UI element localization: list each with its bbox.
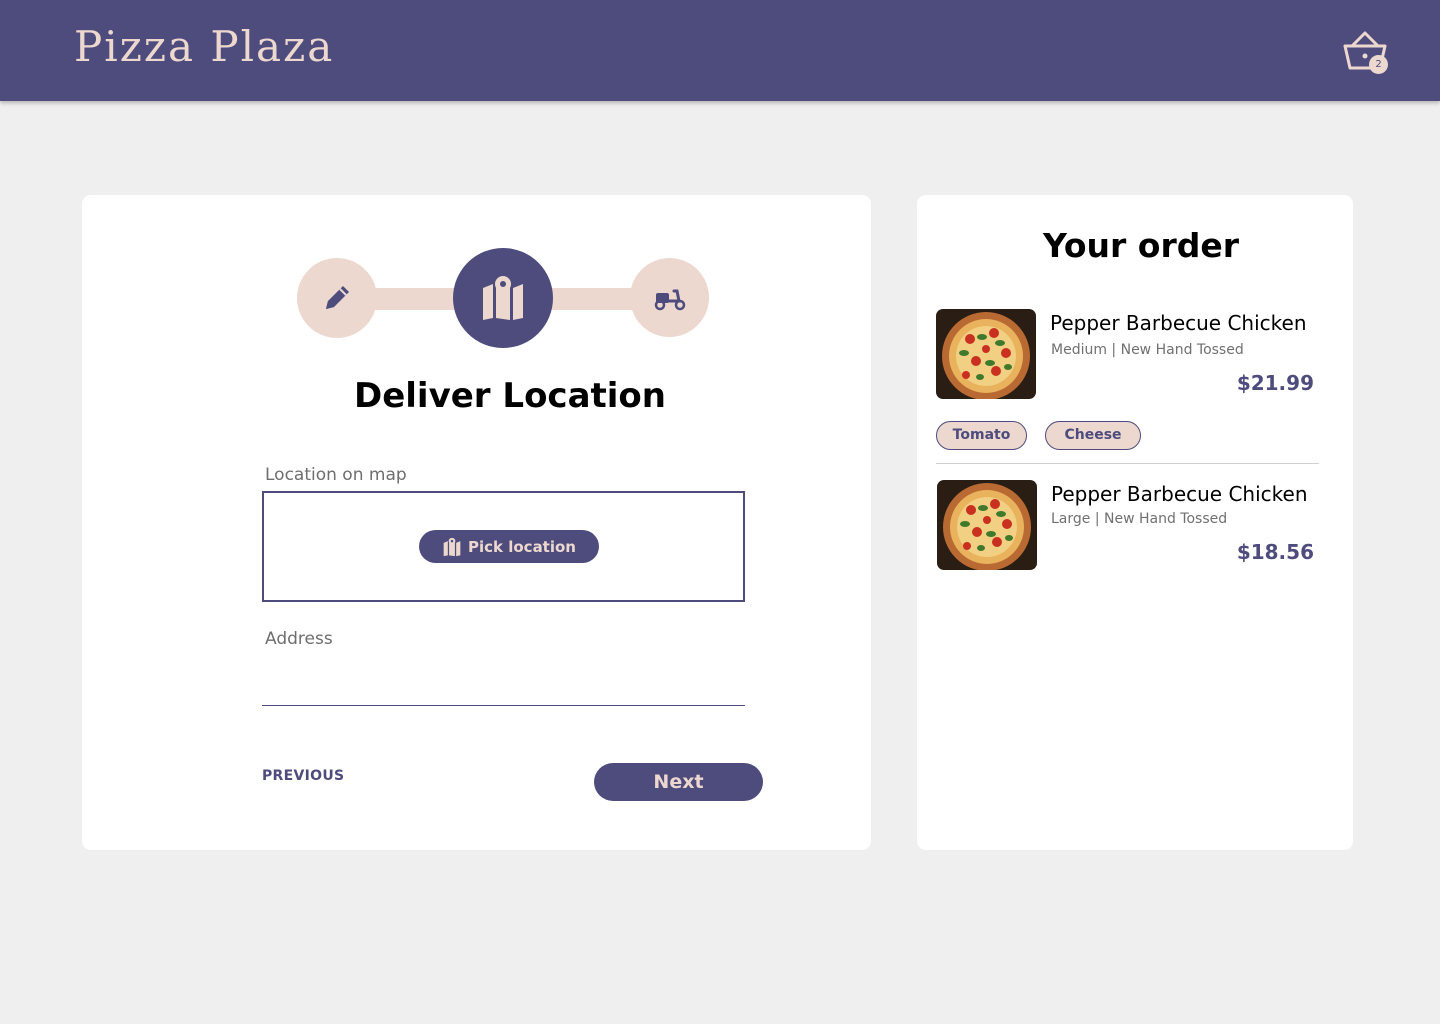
previous-button[interactable]: PREVIOUS [262, 768, 344, 784]
pencil-icon [326, 286, 349, 309]
pizza-image [937, 480, 1037, 570]
scooter-icon [654, 289, 685, 310]
pizza-image [936, 309, 1036, 399]
order-divider [936, 463, 1319, 464]
next-button[interactable]: Next [594, 763, 763, 801]
brand-logo[interactable]: Pizza Plaza [74, 22, 334, 71]
address-field-label: Address [265, 629, 333, 649]
order-item-price: $21.99 [1236, 371, 1314, 395]
order-item-name: Pepper Barbecue Chicken [1051, 482, 1308, 506]
step-title: Deliver Location [353, 376, 666, 416]
step-location[interactable] [453, 248, 553, 348]
order-item-meta: Large | New Hand Tossed [1051, 511, 1228, 527]
order-item-price: $18.56 [1236, 540, 1314, 564]
order-item-name: Pepper Barbecue Chicken [1050, 311, 1307, 335]
map-icon [443, 537, 461, 556]
order-title: Your order [1042, 226, 1240, 265]
address-input[interactable] [262, 660, 745, 706]
cart-count-badge: 2 [1369, 55, 1388, 74]
step-delivery[interactable] [630, 258, 709, 337]
map-field-label: Location on map [265, 465, 407, 485]
map-icon [483, 276, 523, 320]
step-details[interactable] [297, 258, 377, 338]
pick-location-label: Pick location [468, 537, 576, 556]
app-header: Pizza Plaza 2 [0, 0, 1440, 101]
cart-button[interactable]: 2 [1342, 30, 1390, 76]
topping-chip[interactable]: Tomato [936, 421, 1027, 450]
topping-chip[interactable]: Cheese [1045, 421, 1141, 450]
pick-location-button[interactable]: Pick location [419, 530, 599, 563]
order-item-meta: Medium | New Hand Tossed [1051, 342, 1244, 358]
